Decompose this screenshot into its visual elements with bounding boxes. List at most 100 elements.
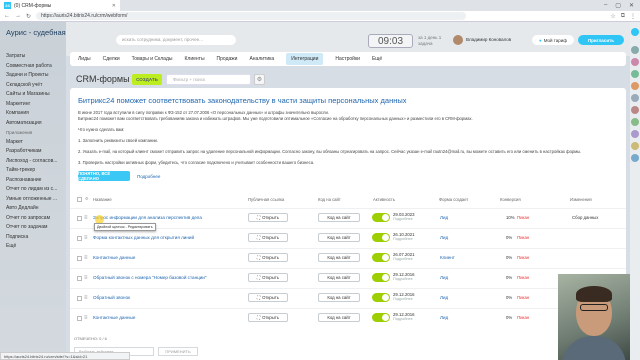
nav-item-more[interactable]: Ещё [372, 56, 382, 62]
global-search-input[interactable]: искать сотрудника, документ, прочее... [116, 35, 236, 45]
row-menu-icon[interactable]: ≡ [84, 215, 88, 221]
contact-avatar-icon[interactable] [631, 142, 639, 150]
status-label[interactable]: Пикан [517, 295, 529, 300]
open-button[interactable]: ⛶ Открыть [248, 233, 288, 242]
details-link[interactable]: Подробнее [393, 277, 415, 282]
activity-toggle[interactable] [372, 253, 390, 262]
forward-icon[interactable]: → [15, 13, 21, 19]
contact-avatar-icon[interactable] [631, 118, 639, 126]
sidebar-item[interactable]: Подписка [6, 233, 64, 243]
notifications-icon[interactable] [631, 28, 639, 36]
row-checkbox[interactable] [77, 256, 82, 261]
nav-item-sales[interactable]: Продажи [217, 56, 238, 62]
col-conversion[interactable]: Конверсия [500, 197, 521, 202]
sidebar-item[interactable]: Разработчикам [6, 147, 64, 157]
sidebar-item[interactable]: Лиспоход - согласов... [6, 157, 64, 167]
row-menu-icon[interactable]: ≡ [84, 275, 88, 281]
status-label[interactable]: Пикан [517, 235, 529, 240]
url-field[interactable]: https://auris24.bitrix24.ru/crm/webform/ [36, 12, 467, 20]
nav-item-clients[interactable]: Клиенты [184, 56, 204, 62]
col-changes[interactable]: Изменения [570, 197, 592, 202]
form-creates-link[interactable]: Лид [440, 215, 448, 220]
activity-toggle[interactable] [372, 233, 390, 242]
open-button[interactable]: ⛶ Открыть [248, 253, 288, 262]
row-checkbox[interactable] [77, 296, 82, 301]
table-row[interactable]: ≡ Обратный звонок ⛶ Открыть Код на сайт 2… [70, 288, 626, 308]
plan-button[interactable]: ● Мой тариф [532, 35, 574, 45]
sidebar-item[interactable]: Отчет по задачам [6, 223, 64, 233]
row-checkbox[interactable] [77, 316, 82, 321]
sidebar-group-label[interactable]: Приложения [6, 128, 64, 138]
back-icon[interactable]: ← [4, 13, 10, 19]
nav-item-leads[interactable]: Лиды [78, 56, 91, 62]
sidebar-item[interactable]: Совместная работа [6, 62, 64, 72]
form-creates-link[interactable]: Клиент [440, 255, 455, 260]
browser-tab[interactable]: 24 (0) CRM-формы ✕ [0, 0, 120, 11]
open-button[interactable]: ⛶ Открыть [248, 273, 288, 282]
sidebar-item[interactable]: Ещё [6, 242, 64, 252]
open-button[interactable]: ⛶ Открыть [248, 313, 288, 322]
status-label[interactable]: Пикан [517, 215, 529, 220]
form-name-link[interactable]: Форма контактных данных для открытия лин… [93, 235, 194, 240]
invite-button[interactable]: Пригласить [578, 35, 624, 45]
row-menu-icon[interactable]: ≡ [84, 295, 88, 301]
form-name-link[interactable]: Обратный звонок [93, 295, 130, 300]
col-activity[interactable]: Активность [373, 197, 395, 202]
activity-toggle[interactable] [372, 313, 390, 322]
activity-toggle[interactable] [372, 293, 390, 302]
nav-item-products[interactable]: Товары и Склады [132, 56, 173, 62]
site-code-button[interactable]: Код на сайт [318, 313, 360, 322]
reload-icon[interactable]: ↻ [26, 13, 31, 20]
form-name-link[interactable]: Контактные данные [93, 255, 135, 260]
contact-avatar-icon[interactable] [631, 106, 639, 114]
form-creates-link[interactable]: Лид [440, 275, 448, 280]
close-window-icon[interactable]: ✕ [629, 2, 634, 9]
activity-toggle[interactable] [372, 273, 390, 282]
sidebar-item[interactable]: Авто Дедлайн [6, 204, 64, 214]
contact-avatar-icon[interactable] [631, 130, 639, 138]
sidebar-item[interactable]: Отчет по лидам из с... [6, 185, 64, 195]
details-link[interactable]: Подробнее [393, 297, 415, 302]
select-all-checkbox[interactable] [77, 197, 82, 202]
sidebar-item[interactable]: Сайты и Магазины [6, 90, 64, 100]
sidebar-item[interactable]: Автоматизация [6, 119, 64, 129]
col-public-link[interactable]: Публичная ссылка [248, 197, 284, 202]
user-name[interactable]: Владимир Коновалов [466, 37, 511, 42]
col-form-creates[interactable]: Форма создает [439, 197, 468, 202]
open-button[interactable]: ⛶ Открыть [248, 213, 288, 222]
site-code-button[interactable]: Код на сайт [318, 213, 360, 222]
contact-avatar-icon[interactable] [631, 46, 639, 54]
gear-icon[interactable]: ⚙ [254, 74, 265, 85]
sidebar-item[interactable]: Складской учёт [6, 81, 64, 91]
form-name-link[interactable]: Запрос информации для анализа перспектив… [93, 215, 202, 220]
filter-search-input[interactable]: Фильтр + поиск [166, 74, 251, 85]
sidebar-item[interactable]: Затраты [6, 52, 64, 62]
star-icon[interactable]: ☆ [610, 13, 615, 20]
sidebar-item[interactable]: Тайм-трекер [6, 166, 64, 176]
site-code-button[interactable]: Код на сайт [318, 273, 360, 282]
done-button[interactable]: ПОНЯТНО, ВСЁ СДЕЛАНО [78, 171, 130, 181]
table-row[interactable]: ≡ Форма контактных данных для открытия л… [70, 228, 626, 248]
details-link[interactable]: Подробнее [393, 237, 415, 242]
row-checkbox[interactable] [77, 216, 82, 221]
details-link[interactable]: Подробнее [393, 217, 415, 222]
sidebar-item[interactable]: Маркетинг [6, 100, 64, 110]
form-creates-link[interactable]: Лид [440, 315, 448, 320]
col-name[interactable]: Название [93, 197, 112, 202]
site-code-button[interactable]: Код на сайт [318, 293, 360, 302]
menu-dots-icon[interactable]: ⋮ [630, 13, 636, 20]
row-menu-icon[interactable]: ≡ [84, 255, 88, 261]
create-button[interactable]: СОЗДАТЬ [132, 74, 162, 85]
table-row[interactable]: ≡ Контактные данные ⛶ Открыть Код на сайт… [70, 308, 626, 328]
contact-avatar-icon[interactable] [631, 154, 639, 162]
workday-clock[interactable]: 09:03 [368, 34, 413, 48]
contact-avatar-icon[interactable] [631, 70, 639, 78]
sidebar-item[interactable]: Маркет [6, 138, 64, 148]
tab-close-icon[interactable]: ✕ [112, 3, 116, 9]
sidebar-item[interactable]: Распознавание [6, 176, 64, 186]
form-creates-link[interactable]: Лид [440, 295, 448, 300]
maximize-icon[interactable]: ▢ [615, 2, 621, 9]
contact-avatar-icon[interactable] [631, 82, 639, 90]
sidebar-item[interactable]: Компания [6, 109, 64, 119]
apply-button[interactable]: ПРИМЕНИТЬ [158, 347, 198, 356]
